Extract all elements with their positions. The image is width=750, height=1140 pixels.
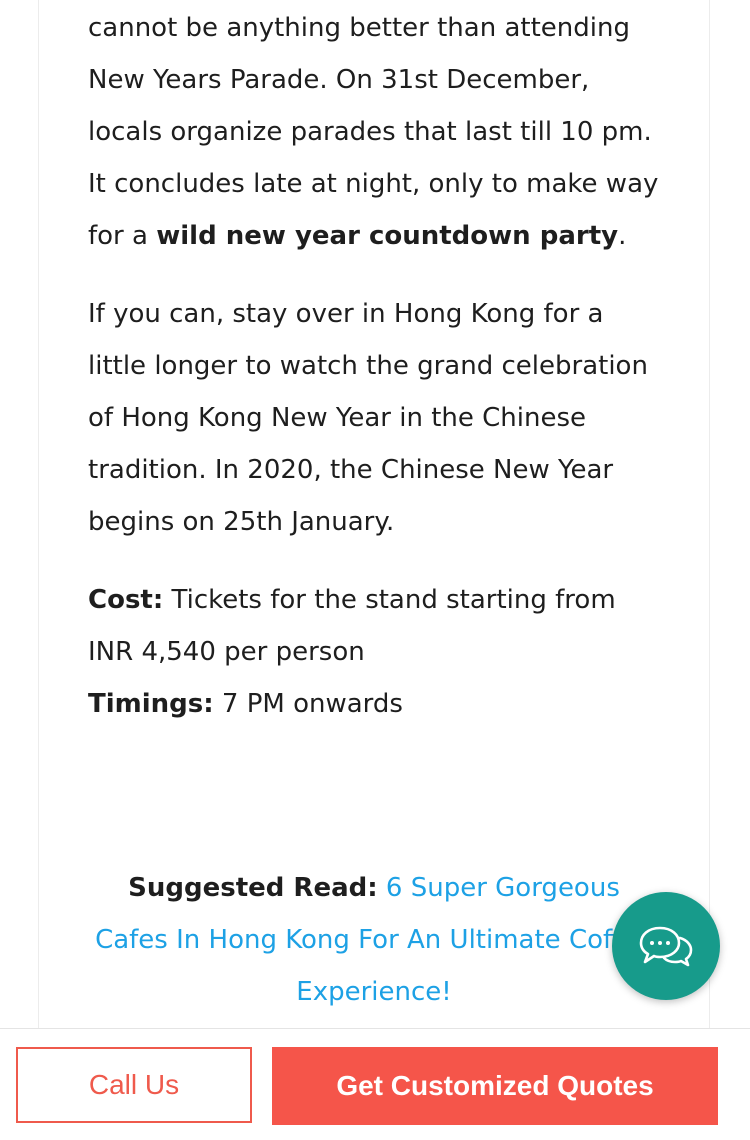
get-quotes-button[interactable]: Get Customized Quotes (272, 1047, 718, 1125)
timings-value: 7 PM onwards (213, 689, 403, 719)
paragraph-parade: cannot be anything better than attending… (88, 13, 659, 251)
timings-line: Timings: 7 PM onwards (88, 678, 668, 730)
bottom-action-bar: Call Us Get Customized Quotes (0, 1028, 750, 1140)
chat-bubbles-icon (639, 926, 693, 967)
paragraph-chinese-new-year: If you can, stay over in Hong Kong for a… (88, 299, 648, 537)
suggested-read-label: Suggested Read: (128, 873, 378, 903)
suggested-read: Suggested Read: 6 Super Gorgeous Cafes I… (88, 862, 660, 1018)
cost-line: Cost: Tickets for the stand starting fro… (88, 574, 668, 678)
chat-button[interactable] (612, 892, 720, 1000)
cost-value: Tickets for the stand starting from INR … (88, 585, 616, 667)
timings-label: Timings: (88, 689, 214, 719)
cost-label: Cost: (88, 585, 164, 615)
highlight-countdown-party: wild new year countdown party (156, 221, 619, 251)
call-us-button[interactable]: Call Us (16, 1047, 252, 1123)
article-body: cannot be anything better than attending… (88, 2, 668, 730)
